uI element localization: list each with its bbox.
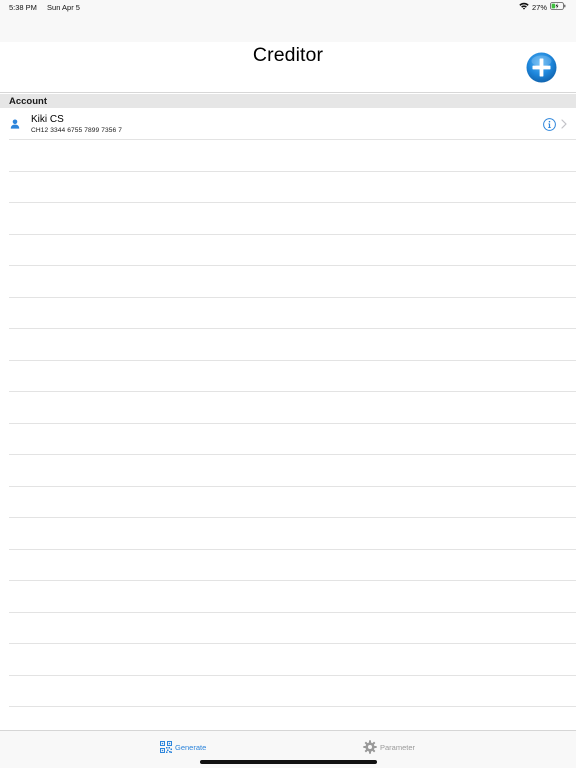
home-indicator [200, 760, 377, 764]
row-separator [9, 265, 576, 266]
status-time-date: 5:38 PM Sun Apr 5 [9, 3, 80, 12]
section-header: Account [0, 94, 576, 108]
row-separator [9, 360, 576, 361]
row-separator [9, 706, 576, 707]
row-separator [9, 549, 576, 550]
row-separator [9, 423, 576, 424]
battery-percent: 27% [531, 2, 547, 12]
status-time: 5:38 PM [9, 3, 37, 12]
row-separator [9, 486, 576, 487]
row-separator [9, 202, 576, 203]
tab-generate-label: Generate [175, 742, 207, 752]
row-separator [9, 517, 576, 518]
chevron-right-icon [561, 119, 567, 129]
row-separator [9, 675, 576, 676]
row-separator [9, 328, 576, 329]
info-icon[interactable] [543, 118, 556, 131]
section-header-label: Account [9, 96, 47, 107]
tab-generate[interactable]: Generate [160, 739, 206, 755]
account-row[interactable]: Kiki CS CH12 3344 6755 7899 7356 7 [0, 109, 576, 139]
gear-icon [363, 740, 377, 754]
row-separator [9, 139, 576, 140]
battery-charging-icon [550, 2, 566, 12]
page-title: Creditor [252, 44, 324, 66]
plus-circle-icon [526, 52, 557, 83]
row-separator [9, 234, 576, 235]
add-creditor-button[interactable] [526, 52, 557, 83]
status-indicators: 27% [519, 2, 566, 12]
account-name: Kiki CS [31, 114, 64, 125]
row-separator [9, 297, 576, 298]
account-iban: CH12 3344 6755 7899 7356 7 [31, 126, 122, 134]
qr-code-icon [160, 741, 172, 753]
row-separator [9, 612, 576, 613]
status-date: Sun Apr 5 [47, 3, 80, 12]
row-separator [9, 391, 576, 392]
row-separator [9, 643, 576, 644]
wifi-icon [519, 2, 529, 12]
row-separator [9, 580, 576, 581]
tab-parameter[interactable]: Parameter [363, 739, 415, 755]
tab-parameter-label: Parameter [380, 742, 416, 752]
row-separator [9, 454, 576, 455]
status-bar: 5:38 PM Sun Apr 5 27% [0, 0, 576, 14]
person-icon [10, 119, 20, 129]
row-separator [9, 171, 576, 172]
